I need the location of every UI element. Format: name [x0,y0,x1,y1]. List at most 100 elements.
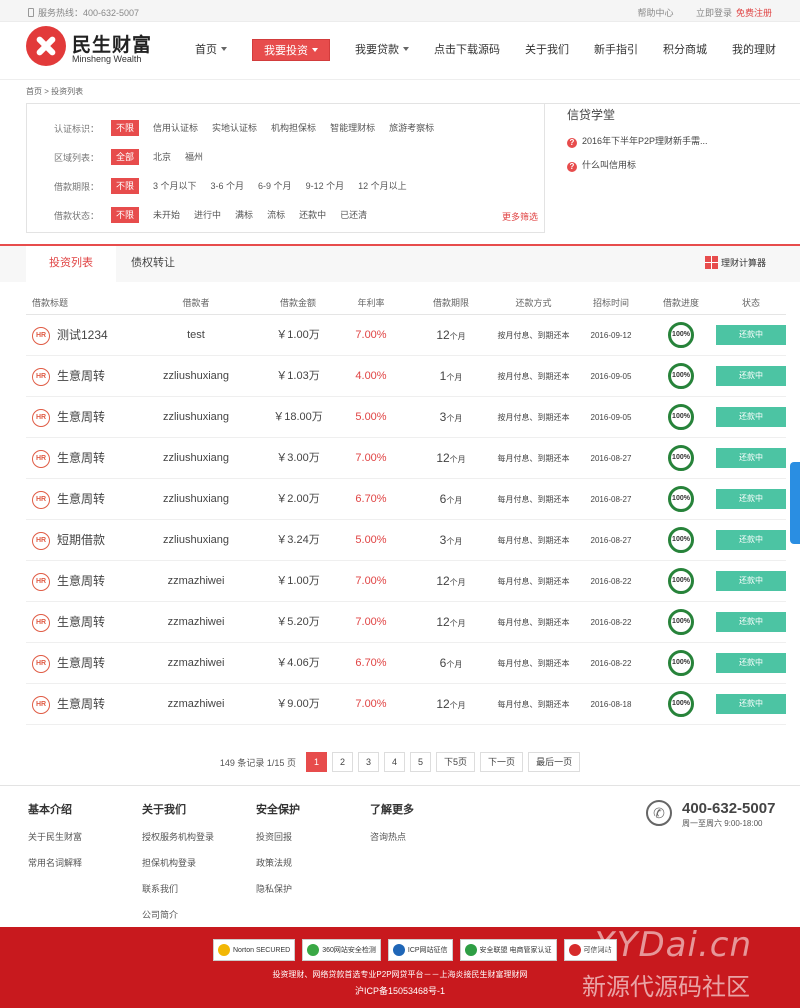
tab-invest-list[interactable]: 投资列表 [26,246,116,282]
table-row[interactable]: HR 生意周转 zzmazhiwei ￥9.00万 7.00% 12个月 每月付息、到期还本… [26,684,786,725]
logo[interactable]: 民生财富 Minsheng Wealth [26,26,156,68]
loan-title-link[interactable]: 生意周转 [57,451,105,465]
filter-option[interactable]: 北京 [153,149,171,165]
loan-title-link[interactable]: 生意周转 [57,410,105,424]
footer-link[interactable]: 担保机构登录 [142,856,214,869]
online-service-tab[interactable] [790,462,800,544]
filter-option[interactable]: 9-12 个月 [306,178,345,194]
page-button[interactable]: 1 [305,752,327,772]
table-row[interactable]: HR 测试1234 test ￥1.00万 7.00% 12个月 按月付息、到期还本 2016… [26,315,786,356]
footer-link[interactable]: 授权服务机构登录 [142,830,214,843]
filter-option[interactable]: 还款中 [299,207,326,223]
telephone-icon: ✆ [646,800,672,826]
table-row[interactable]: HR 生意周转 zzliushuxiang ￥2.00万 6.70% 6个月 每月付息、到期… [26,479,786,520]
filter-option[interactable]: 机构担保标 [271,120,316,136]
loan-title-link[interactable]: 测试1234 [57,328,108,342]
filter-option[interactable]: 流标 [267,207,285,223]
status-button[interactable]: 还款中 [716,612,786,633]
status-button[interactable]: 还款中 [716,448,786,469]
footer-link[interactable]: 投资回报 [256,830,300,843]
login-link[interactable]: 立即登录 [696,8,732,18]
footer-link[interactable]: 公司简介 [142,908,214,921]
term-unit: 个月 [446,373,463,382]
credit-rating-badge: HR [32,326,50,345]
help-center-link[interactable]: 帮助中心 [637,8,673,18]
loan-title-link[interactable]: 生意周转 [57,656,105,670]
status-button[interactable]: 还款中 [716,571,786,592]
last-page-button[interactable]: 最后一页 [528,752,581,772]
next-page-button[interactable]: 下一页 [480,752,524,772]
next-5-pages-button[interactable]: 下5页 [436,752,476,772]
status-button[interactable]: 还款中 [716,489,786,510]
filter-option[interactable]: 已还清 [340,207,367,223]
table-row[interactable]: HR 生意周转 zzmazhiwei ￥1.00万 7.00% 12个月 每月付息、到期还本… [26,561,786,602]
filter-option[interactable]: 不限 [111,120,140,136]
table-row[interactable]: HR 生意周转 zzmazhiwei ￥5.20万 7.00% 12个月 每月付息、到期还本… [26,602,786,643]
nav-item[interactable]: 点击下载源码 [434,39,500,61]
nav-item[interactable]: 我的理财 [732,39,776,61]
filter-option[interactable]: 智能理财标 [330,120,375,136]
filter-option[interactable]: 不限 [111,178,140,194]
footer-link[interactable]: 关于民生财富 [28,830,82,843]
footer-link[interactable]: 常用名词解释 [28,856,82,869]
table-row[interactable]: HR 生意周转 zzmazhiwei ￥4.06万 6.70% 6个月 每月付息、到期还本 2… [26,643,786,684]
repay-method: 每月付息、到期还本 [497,659,570,668]
filter-option[interactable]: 进行中 [194,207,221,223]
trust-badge[interactable]: ICP网站征信 [387,939,453,961]
more-filters-link[interactable]: 更多筛选 [502,210,538,223]
status-button[interactable]: 还款中 [716,325,786,346]
loan-title-link[interactable]: 短期借款 [57,533,105,547]
status-button[interactable]: 还款中 [716,530,786,551]
status-button[interactable]: 还款中 [716,653,786,674]
nav-item[interactable]: 首页 [195,39,227,61]
nav-item[interactable]: 新手指引 [594,39,638,61]
trust-badge[interactable]: 360网站安全检测 [302,939,381,961]
filter-option[interactable]: 全部 [111,149,140,165]
status-cell: 还款中 [716,356,786,397]
register-link[interactable]: 免费注册 [736,8,772,18]
tab-debt-transfer[interactable]: 债权转让 [118,246,188,282]
filter-option[interactable]: 不限 [111,207,140,223]
term-unit: 个月 [449,701,466,710]
nav-item[interactable]: 积分商城 [663,39,707,61]
table-row[interactable]: HR 生意周转 zzliushuxiang ￥1.03万 4.00% 1个月 按月付息、到期… [26,356,786,397]
filter-option[interactable]: 实地认证标 [212,120,257,136]
trust-badge[interactable]: Norton SECURED [213,939,296,961]
filter-option[interactable]: 12 个月以上 [358,178,407,194]
nav-item[interactable]: 关于我们 [525,39,569,61]
loan-title-link[interactable]: 生意周转 [57,492,105,506]
status-button[interactable]: 还款中 [716,366,786,387]
status-button[interactable]: 还款中 [716,407,786,428]
filter-option[interactable]: 旅游考察标 [389,120,434,136]
filter-option[interactable]: 3 个月以下 [153,178,197,194]
nav-item[interactable]: 我要贷款 [355,39,409,61]
footer-link[interactable]: 联系我们 [142,882,214,895]
footer-link[interactable]: 隐私保护 [256,882,300,895]
table-row[interactable]: HR 短期借款 zzliushuxiang ￥3.24万 5.00% 3个月 每月付息、到期… [26,520,786,561]
loan-title-link[interactable]: 生意周转 [57,369,105,383]
loan-title-link[interactable]: 生意周转 [57,697,105,711]
school-link[interactable]: ? 什么叫信用标 [567,158,636,172]
page-button[interactable]: 5 [410,752,432,772]
table-row[interactable]: HR 生意周转 zzliushuxiang ￥18.00万 5.00% 3个月 按月付息、到… [26,397,786,438]
filter-option[interactable]: 满标 [235,207,253,223]
page-button[interactable]: 3 [357,752,379,772]
footer-link[interactable]: 政策法规 [256,856,300,869]
filter-option[interactable]: 信用认证标 [153,120,198,136]
school-link[interactable]: ? 2016年下半年P2P理财新手需... [567,134,708,148]
filter-option[interactable]: 6-9 个月 [258,178,292,194]
trust-badge[interactable]: 安全联盟 电商管家认证 [459,939,557,961]
table-row[interactable]: HR 生意周转 zzliushuxiang ￥3.00万 7.00% 12个月 每月付息、到… [26,438,786,479]
page-button[interactable]: 4 [384,752,406,772]
status-button[interactable]: 还款中 [716,694,786,715]
borrower-cell: zzmazhiwei [144,684,248,725]
page-button[interactable]: 2 [331,752,353,772]
nav-item[interactable]: 我要投资 [252,39,330,61]
footer-link[interactable]: 咨询热点 [370,830,414,843]
calculator-button[interactable]: 理财计算器 [704,256,766,269]
filter-option[interactable]: 未开始 [153,207,180,223]
filter-option[interactable]: 3-6 个月 [211,178,245,194]
loan-title-link[interactable]: 生意周转 [57,615,105,629]
filter-option[interactable]: 福州 [185,149,203,165]
loan-title-link[interactable]: 生意周转 [57,574,105,588]
